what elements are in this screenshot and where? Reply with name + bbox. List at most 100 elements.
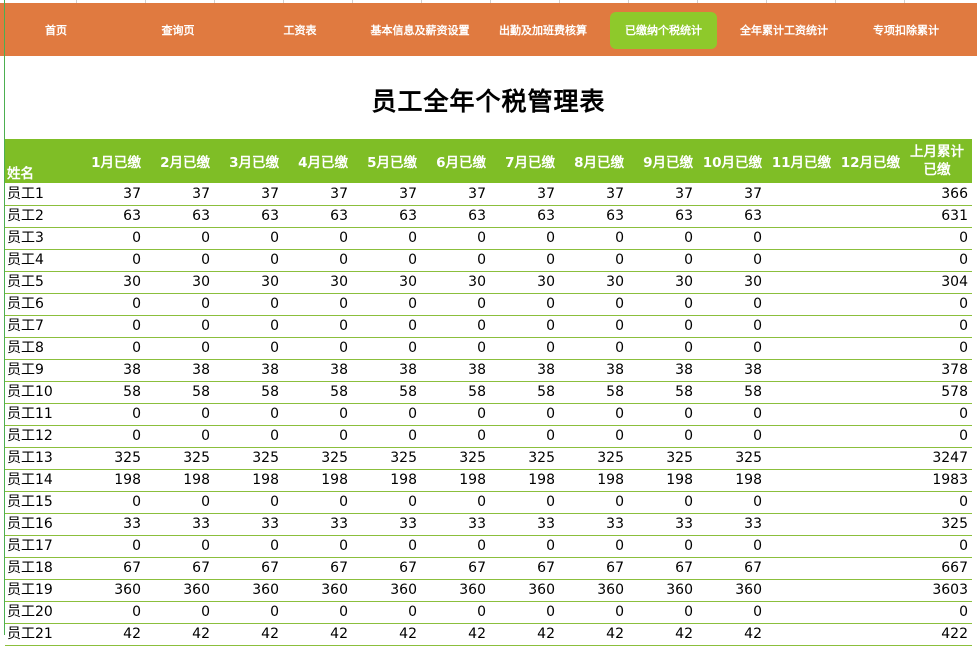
cell-cumulative-paid[interactable]: 325	[902, 513, 972, 536]
cell-employee-name[interactable]: 员工5	[5, 271, 74, 294]
column-header-may[interactable]: 5月已缴	[350, 139, 419, 183]
cell-month-11-paid[interactable]	[764, 205, 833, 228]
cell-month-5-paid[interactable]: 0	[350, 249, 419, 272]
cell-month-3-paid[interactable]: 0	[212, 293, 281, 316]
cell-month-12-paid[interactable]	[833, 249, 902, 272]
cell-month-4-paid[interactable]: 63	[281, 205, 350, 228]
cell-month-3-paid[interactable]: 360	[212, 579, 281, 602]
cell-month-2-paid[interactable]: 0	[143, 491, 212, 514]
cell-month-1-paid[interactable]: 33	[74, 513, 143, 536]
cell-month-2-paid[interactable]: 0	[143, 425, 212, 448]
cell-month-1-paid[interactable]: 63	[74, 205, 143, 228]
cell-month-7-paid[interactable]: 63	[488, 205, 557, 228]
cell-month-5-paid[interactable]: 33	[350, 513, 419, 536]
cell-month-5-paid[interactable]: 0	[350, 227, 419, 250]
cell-cumulative-paid[interactable]: 0	[902, 535, 972, 558]
cell-month-4-paid[interactable]: 58	[281, 381, 350, 404]
cell-month-5-paid[interactable]: 42	[350, 623, 419, 646]
cell-month-5-paid[interactable]: 67	[350, 557, 419, 580]
cell-month-8-paid[interactable]: 0	[557, 249, 626, 272]
nav-paid-tax-statistics[interactable]: 已缴纳个税统计	[610, 12, 717, 49]
cell-month-8-paid[interactable]: 38	[557, 359, 626, 382]
cell-month-1-paid[interactable]: 0	[74, 315, 143, 338]
cell-month-11-paid[interactable]	[764, 271, 833, 294]
cell-month-8-paid[interactable]: 198	[557, 469, 626, 492]
cell-employee-name[interactable]: 员工16	[5, 513, 74, 536]
cell-month-12-paid[interactable]	[833, 359, 902, 382]
cell-month-7-paid[interactable]: 198	[488, 469, 557, 492]
cell-month-6-paid[interactable]: 37	[419, 183, 488, 206]
cell-month-5-paid[interactable]: 0	[350, 601, 419, 624]
cell-month-2-paid[interactable]: 0	[143, 315, 212, 338]
cell-month-10-paid[interactable]: 0	[695, 293, 764, 316]
cell-month-1-paid[interactable]: 38	[74, 359, 143, 382]
cell-month-12-paid[interactable]	[833, 271, 902, 294]
nav-home[interactable]: 首页	[8, 12, 104, 49]
cell-month-10-paid[interactable]: 325	[695, 447, 764, 470]
cell-month-11-paid[interactable]	[764, 425, 833, 448]
cell-month-12-paid[interactable]	[833, 227, 902, 250]
cell-cumulative-paid[interactable]: 304	[902, 271, 972, 294]
cell-month-4-paid[interactable]: 0	[281, 425, 350, 448]
cell-month-5-paid[interactable]: 325	[350, 447, 419, 470]
cell-month-11-paid[interactable]	[764, 315, 833, 338]
cell-month-12-paid[interactable]	[833, 293, 902, 316]
cell-month-7-paid[interactable]: 0	[488, 425, 557, 448]
cell-month-2-paid[interactable]: 0	[143, 403, 212, 426]
cell-cumulative-paid[interactable]: 0	[902, 337, 972, 360]
cell-month-11-paid[interactable]	[764, 403, 833, 426]
cell-month-1-paid[interactable]: 0	[74, 403, 143, 426]
cell-month-1-paid[interactable]: 0	[74, 249, 143, 272]
column-header-nov[interactable]: 11月已缴	[764, 139, 833, 183]
cell-month-5-paid[interactable]: 63	[350, 205, 419, 228]
cell-month-9-paid[interactable]: 58	[626, 381, 695, 404]
cell-month-8-paid[interactable]: 37	[557, 183, 626, 206]
cell-employee-name[interactable]: 员工10	[5, 381, 74, 404]
cell-month-3-paid[interactable]: 0	[212, 227, 281, 250]
cell-month-8-paid[interactable]: 0	[557, 293, 626, 316]
column-header-jul[interactable]: 7月已缴	[488, 139, 557, 183]
cell-month-12-paid[interactable]	[833, 557, 902, 580]
cell-month-3-paid[interactable]: 0	[212, 425, 281, 448]
nav-special-deduction-cumulative[interactable]: 专项扣除累计	[858, 12, 954, 49]
cell-month-4-paid[interactable]: 42	[281, 623, 350, 646]
cell-cumulative-paid[interactable]: 3603	[902, 579, 972, 602]
cell-cumulative-paid[interactable]: 0	[902, 601, 972, 624]
cell-employee-name[interactable]: 员工17	[5, 535, 74, 558]
column-header-cumulative[interactable]: 上月累计已缴	[902, 139, 972, 183]
cell-month-8-paid[interactable]: 325	[557, 447, 626, 470]
cell-cumulative-paid[interactable]: 1983	[902, 469, 972, 492]
cell-month-6-paid[interactable]: 0	[419, 535, 488, 558]
cell-month-6-paid[interactable]: 0	[419, 337, 488, 360]
cell-month-4-paid[interactable]: 0	[281, 535, 350, 558]
cell-month-8-paid[interactable]: 0	[557, 227, 626, 250]
cell-month-2-paid[interactable]: 325	[143, 447, 212, 470]
cell-month-7-paid[interactable]: 38	[488, 359, 557, 382]
cell-month-5-paid[interactable]: 360	[350, 579, 419, 602]
cell-month-4-paid[interactable]: 37	[281, 183, 350, 206]
cell-month-2-paid[interactable]: 0	[143, 535, 212, 558]
cell-month-6-paid[interactable]: 38	[419, 359, 488, 382]
cell-month-8-paid[interactable]: 0	[557, 601, 626, 624]
cell-month-2-paid[interactable]: 33	[143, 513, 212, 536]
cell-month-8-paid[interactable]: 67	[557, 557, 626, 580]
cell-month-9-paid[interactable]: 0	[626, 293, 695, 316]
cell-month-11-paid[interactable]	[764, 183, 833, 206]
cell-month-8-paid[interactable]: 58	[557, 381, 626, 404]
cell-month-6-paid[interactable]: 0	[419, 227, 488, 250]
cell-month-1-paid[interactable]: 67	[74, 557, 143, 580]
cell-month-11-paid[interactable]	[764, 579, 833, 602]
cell-month-11-paid[interactable]	[764, 469, 833, 492]
cell-month-6-paid[interactable]: 63	[419, 205, 488, 228]
cell-month-11-paid[interactable]	[764, 337, 833, 360]
cell-month-9-paid[interactable]: 360	[626, 579, 695, 602]
cell-month-6-paid[interactable]: 325	[419, 447, 488, 470]
cell-month-12-paid[interactable]	[833, 623, 902, 646]
cell-month-8-paid[interactable]: 42	[557, 623, 626, 646]
column-header-sep[interactable]: 9月已缴	[626, 139, 695, 183]
cell-month-10-paid[interactable]: 0	[695, 403, 764, 426]
cell-month-10-paid[interactable]: 0	[695, 227, 764, 250]
cell-month-3-paid[interactable]: 325	[212, 447, 281, 470]
cell-month-5-paid[interactable]: 0	[350, 337, 419, 360]
cell-month-5-paid[interactable]: 58	[350, 381, 419, 404]
